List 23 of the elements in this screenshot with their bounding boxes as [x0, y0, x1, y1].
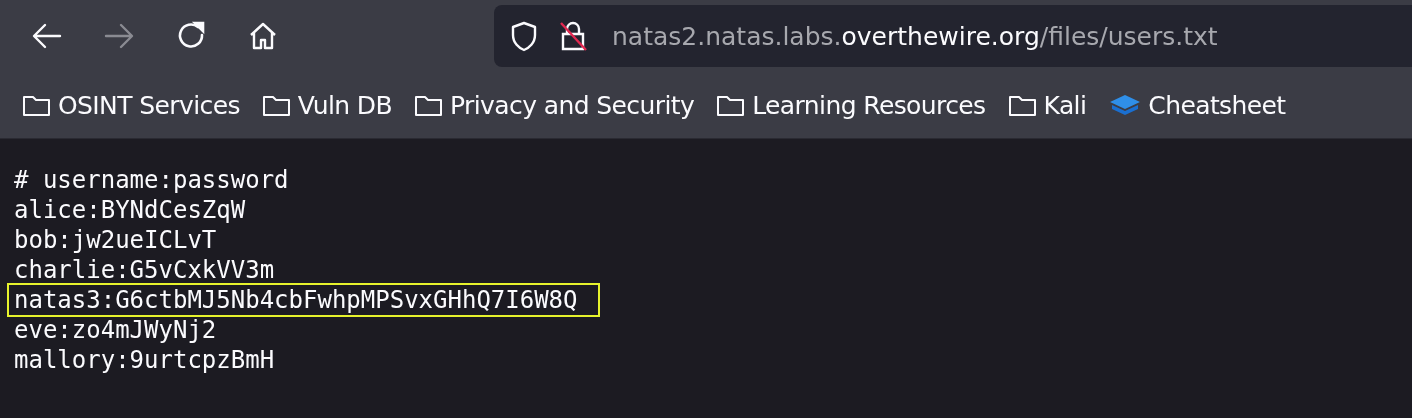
folder-icon — [414, 93, 445, 117]
bookmark-item[interactable]: Kali — [1007, 90, 1087, 120]
lock-icon[interactable] — [558, 20, 588, 52]
text-line: alice:BYNdCesZqW — [14, 195, 246, 225]
bookmark-item[interactable]: Privacy and Security — [414, 90, 695, 120]
highlighted-text-line: natas3:G6ctbMJ5Nb4cbFwhpMPSvxGHhQ7I6W8Q — [9, 285, 598, 315]
url-text: natas2.natas.labs.overthewire.org/files/users.txt — [612, 21, 1218, 51]
folder-icon — [1007, 93, 1038, 117]
folder-icon — [22, 93, 52, 117]
bookmark-item[interactable]: Vuln DB — [261, 90, 393, 120]
text-line: mallory:9urtcpzBmH — [14, 345, 275, 375]
bookmark-item[interactable]: Learning Resources — [716, 90, 986, 120]
bookmark-item[interactable]: Cheatsheet — [1108, 90, 1286, 120]
text-line: # username:password — [14, 165, 289, 195]
address-bar[interactable]: natas2.natas.labs.overthewire.org/files/users.txt — [494, 5, 1412, 67]
bookmark-item[interactable]: OSINT Services — [22, 90, 240, 120]
text-line: charlie:G5vCxkVV3m — [14, 255, 275, 285]
back-arrow-icon[interactable] — [31, 22, 63, 50]
folder-icon — [261, 93, 292, 117]
folder-icon — [716, 93, 747, 117]
text-line: eve:zo4mJWyNj2 — [14, 315, 217, 345]
shield-icon[interactable] — [510, 20, 538, 52]
text-line: bob:jw2ueICLvT — [14, 225, 217, 255]
